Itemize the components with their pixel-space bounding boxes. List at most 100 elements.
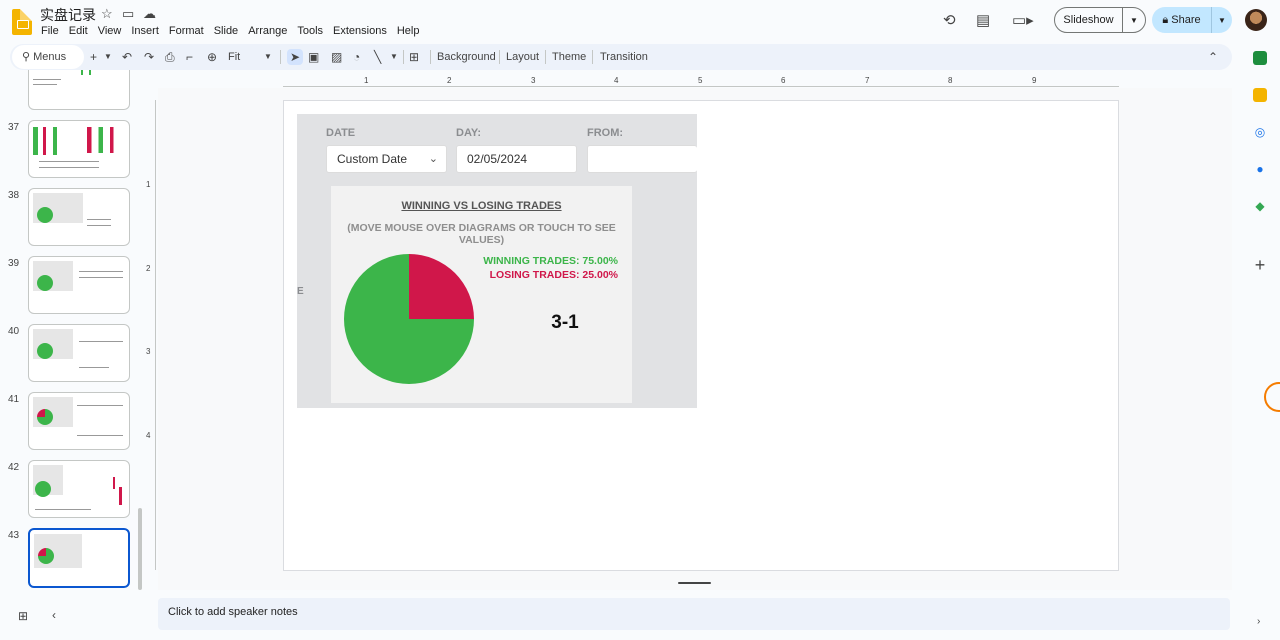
ruler-label: 2: [447, 76, 452, 85]
chevron-down-icon: ⌄: [428, 153, 438, 165]
slide-thumbnail[interactable]: [28, 188, 130, 246]
slide-thumbnail[interactable]: [28, 392, 130, 450]
transition-button[interactable]: Transition: [600, 49, 648, 65]
menu-arrange[interactable]: Arrange: [243, 24, 292, 38]
menu-edit[interactable]: Edit: [64, 24, 93, 38]
zoom-dropdown-icon[interactable]: ▼: [264, 49, 272, 65]
show-side-panel-icon[interactable]: ›: [1257, 616, 1260, 627]
calendar-icon[interactable]: [1253, 51, 1267, 65]
slideshow-button[interactable]: Slideshow ▼: [1054, 7, 1146, 33]
avatar[interactable]: [1245, 9, 1267, 31]
thumb-line: [79, 271, 123, 272]
speaker-notes[interactable]: Click to add speaker notes: [158, 598, 1230, 630]
day-label: DAY:: [456, 127, 482, 139]
thumb-line: [39, 167, 99, 168]
move-folder-icon[interactable]: ▭: [122, 6, 134, 22]
ruler-label: 4: [614, 76, 619, 85]
line-icon[interactable]: ╲: [374, 49, 381, 65]
menu-slide[interactable]: Slide: [209, 24, 243, 38]
cloud-status-icon[interactable]: ☁: [143, 6, 156, 22]
contacts-icon[interactable]: ●: [1253, 162, 1267, 176]
menu-tools[interactable]: Tools: [292, 24, 328, 38]
maps-icon[interactable]: ◆: [1253, 199, 1267, 213]
notes-resize-handle[interactable]: [678, 582, 711, 584]
thumb-line: [79, 277, 123, 278]
menu-bar: File Edit View Insert Format Slide Arran…: [36, 24, 424, 38]
filmstrip: 37 38 39 40 41 42 43: [0, 70, 150, 590]
comments-icon[interactable]: ▤: [976, 11, 990, 29]
shape-icon[interactable]: ◔: [353, 49, 360, 65]
ruler-label: 3: [531, 76, 536, 85]
text-box-icon[interactable]: ▣: [308, 49, 319, 65]
slideshow-dropdown-icon[interactable]: ▼: [1123, 16, 1145, 25]
collapse-filmstrip-icon[interactable]: ‹: [52, 608, 56, 622]
thumb-chart: [33, 127, 83, 155]
share-button[interactable]: 🔒︎ Share ▼: [1152, 7, 1232, 33]
tasks-icon[interactable]: ◎: [1253, 125, 1267, 139]
share-dropdown-icon[interactable]: ▼: [1212, 16, 1232, 25]
cursor-highlight: [1264, 382, 1280, 412]
thumb-line: [33, 79, 61, 80]
zoom-select[interactable]: Fit: [228, 49, 240, 65]
thumb-line: [79, 341, 123, 342]
grid-view-icon[interactable]: ⊞: [18, 609, 28, 623]
search-menus-input[interactable]: ⚲ Menus: [12, 45, 84, 69]
vertical-ruler: 1 2 3 4: [142, 100, 156, 570]
menu-insert[interactable]: Insert: [126, 24, 164, 38]
new-slide-icon[interactable]: +: [90, 49, 97, 65]
slides-logo-icon[interactable]: [12, 9, 32, 35]
slide-thumbnail[interactable]: [28, 120, 130, 178]
line-dropdown-icon[interactable]: ▼: [390, 49, 398, 65]
image-icon[interactable]: ▨: [331, 49, 342, 65]
thumb-pie: [37, 343, 53, 359]
document-title[interactable]: 实盘记录: [40, 5, 96, 25]
slide-number: 40: [8, 326, 20, 337]
thumb-candle: [119, 487, 122, 505]
menu-help[interactable]: Help: [392, 24, 425, 38]
thumb-chart: [87, 127, 125, 153]
undo-icon[interactable]: ↶: [122, 49, 132, 65]
slide-thumbnail[interactable]: [28, 324, 130, 382]
slide-thumbnail[interactable]: [28, 256, 130, 314]
lock-icon: 🔒︎: [1162, 14, 1172, 26]
redo-icon[interactable]: ↷: [144, 49, 154, 65]
thumb-pie: [38, 548, 54, 564]
get-addons-icon[interactable]: +: [1253, 256, 1267, 274]
slide-thumbnail[interactable]: [28, 460, 130, 518]
menu-file[interactable]: File: [36, 24, 64, 38]
comment-icon[interactable]: ⊞: [409, 49, 419, 65]
zoom-icon[interactable]: ⊕: [207, 49, 217, 65]
thumb-line: [87, 219, 111, 220]
menu-extensions[interactable]: Extensions: [328, 24, 392, 38]
share-label[interactable]: 🔒︎ Share: [1152, 7, 1212, 33]
paint-format-icon[interactable]: ⌐: [186, 49, 193, 65]
from-label: FROM:: [587, 127, 624, 139]
menu-view[interactable]: View: [93, 24, 127, 38]
toolbar-divider: [403, 50, 404, 64]
ruler-label: 1: [146, 180, 151, 189]
keep-icon[interactable]: [1253, 88, 1267, 102]
thumb-pie: [37, 275, 53, 291]
new-slide-dropdown-icon[interactable]: ▼: [104, 49, 112, 65]
print-icon[interactable]: ⎙: [165, 49, 175, 65]
ruler-label: 3: [146, 347, 151, 356]
star-icon[interactable]: ☆: [101, 6, 113, 22]
collapse-toolbar-icon[interactable]: ⌃: [1208, 49, 1218, 65]
win-loss-pie-chart: [344, 254, 474, 384]
slide-thumbnail-selected[interactable]: [28, 528, 130, 588]
background-button[interactable]: Background: [437, 49, 496, 65]
slideshow-label[interactable]: Slideshow: [1055, 8, 1123, 32]
select-tool-icon[interactable]: ➤: [287, 49, 304, 65]
layout-button[interactable]: Layout: [506, 49, 539, 65]
menu-format[interactable]: Format: [164, 24, 209, 38]
slide-number: 41: [8, 394, 20, 405]
version-history-icon[interactable]: ⟲: [943, 11, 956, 29]
thumb-line: [79, 367, 109, 368]
meet-icon[interactable]: ▭▸: [1012, 11, 1034, 29]
toolbar-divider: [592, 50, 593, 64]
theme-button[interactable]: Theme: [552, 49, 586, 65]
thumb-line: [35, 509, 91, 510]
ruler-label: 4: [146, 431, 151, 440]
losing-trades-text: LOSING TRADES: 25.00%: [489, 269, 618, 281]
slide-thumbnail[interactable]: [28, 70, 130, 110]
